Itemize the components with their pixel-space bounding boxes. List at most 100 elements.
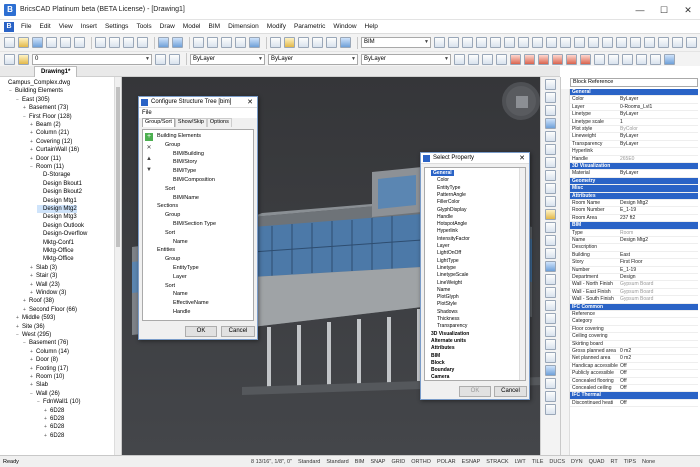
property-category-header[interactable]: Geometry (570, 177, 698, 186)
status-toggle[interactable]: Standard (295, 459, 323, 465)
tree-item[interactable]: +6D28 (44, 415, 64, 423)
property-row[interactable]: Ceiling covering (570, 333, 698, 341)
menu-edit[interactable]: Edit (35, 23, 54, 30)
imprint-icon[interactable] (545, 404, 556, 415)
xray-icon[interactable] (686, 37, 697, 48)
config-tree-item[interactable]: Building Elements (157, 133, 201, 139)
property-row[interactable]: Description (570, 244, 698, 252)
loft-icon[interactable] (545, 313, 556, 324)
tree-item[interactable]: + CurtainWall (16) (30, 146, 79, 154)
property-list-item[interactable]: LightOnOff (437, 250, 461, 256)
config-tree-item[interactable]: Group (165, 256, 180, 262)
menu-window[interactable]: Window (329, 23, 360, 30)
property-list-item[interactable]: Thickness (437, 316, 460, 322)
extend-icon[interactable] (545, 170, 556, 181)
tab-group-sort[interactable]: Group/Sort (142, 118, 175, 127)
config-tree-item[interactable]: BIM/Type (173, 168, 196, 174)
tree-item[interactable]: + Footing (17) (30, 365, 68, 373)
selection-type-select[interactable]: Block Reference (570, 78, 698, 87)
property-list-item[interactable]: PlotGlyph (437, 294, 459, 300)
property-list-item[interactable]: FillerColor (437, 199, 460, 205)
sweep-icon[interactable] (545, 300, 556, 311)
config-tree-item[interactable]: BIM/Building (173, 151, 204, 157)
snap-int-icon[interactable] (580, 53, 591, 65)
close-button[interactable]: ✕ (676, 0, 700, 20)
tab-show-skip[interactable]: Show/Skip (174, 118, 207, 127)
property-list-item[interactable]: Transparency (437, 323, 467, 329)
property-row[interactable]: Layer 0-Rooms_Lvl1 (570, 104, 698, 112)
property-value[interactable]: Room (620, 230, 633, 237)
tree-item[interactable]: Design-Overflow (37, 230, 87, 238)
view-iso-icon[interactable] (504, 37, 515, 48)
add-icon[interactable]: + (145, 133, 153, 141)
mirror-icon[interactable] (545, 118, 556, 129)
property-row[interactable]: Plot style ByColor (570, 126, 698, 134)
property-value[interactable]: ByLayer (620, 141, 638, 148)
property-value[interactable]: 1 (620, 119, 623, 126)
tree-item[interactable]: + Door (8) (30, 356, 58, 364)
property-value[interactable]: 265E0 (620, 156, 634, 163)
property-row[interactable]: Reference (570, 311, 698, 319)
view-iso3-icon[interactable] (532, 37, 543, 48)
property-value[interactable]: ByColor (620, 126, 638, 133)
status-toggle[interactable]: TILE (529, 459, 547, 465)
snap-tan-icon[interactable] (622, 53, 633, 65)
save-icon[interactable] (32, 37, 43, 48)
config-tree-item[interactable]: Handle (173, 309, 190, 315)
previous-layer-icon[interactable] (169, 53, 180, 65)
property-list-item[interactable]: Boundary (431, 367, 454, 373)
tree-item[interactable]: Design Mtg3 (37, 213, 77, 221)
menu-bim[interactable]: BIM (205, 23, 225, 30)
offset-icon[interactable] (545, 144, 556, 155)
property-value[interactable]: ByLayer (620, 170, 638, 177)
config-tree-item[interactable]: Sort (165, 186, 175, 192)
config-ok-button[interactable]: OK (185, 326, 217, 337)
workspace-select[interactable]: BIM ▼ (361, 37, 431, 48)
tab-options[interactable]: Options (206, 118, 232, 127)
property-list-item[interactable]: Hyperlink (437, 228, 458, 234)
dialog-close-icon[interactable]: ✕ (247, 97, 253, 108)
cut-icon[interactable] (95, 37, 106, 48)
tree-item[interactable]: + Site (36) (16, 323, 45, 331)
hidden-icon[interactable] (644, 37, 655, 48)
tree-item[interactable]: + Window (3) (30, 289, 66, 297)
property-value[interactable]: Design Mtg2 (620, 200, 648, 207)
help-icon[interactable] (340, 37, 351, 48)
property-category-header[interactable]: Attributes (570, 192, 698, 200)
property-category-header[interactable]: Misc (570, 185, 698, 193)
move-down-icon[interactable]: ▼ (145, 166, 153, 174)
property-list-item[interactable]: BIM (431, 353, 440, 359)
move-icon[interactable] (545, 79, 556, 90)
tree-item[interactable]: − Building Elements (9, 87, 63, 95)
tree-item[interactable]: + Middle (593) (16, 314, 55, 322)
maximize-button[interactable]: ☐ (652, 0, 676, 20)
property-list-item[interactable]: Name (437, 287, 450, 293)
dialog-close-icon[interactable]: ✕ (519, 153, 525, 164)
tree-item[interactable]: + Room (10) (30, 373, 64, 381)
menu-model[interactable]: Model (179, 23, 205, 30)
menu-settings[interactable]: Settings (101, 23, 133, 30)
status-toggle[interactable]: ESNAP (459, 459, 484, 465)
menu-modify[interactable]: Modify (263, 23, 290, 30)
config-tree-item[interactable]: BIM/Name (173, 195, 199, 201)
tree-item[interactable]: Design Bkout2 (37, 188, 82, 196)
zoom-window-icon[interactable] (221, 37, 232, 48)
polyline-icon[interactable] (468, 53, 479, 65)
property-row[interactable]: Floor covering (570, 326, 698, 334)
scale-icon[interactable] (545, 105, 556, 116)
property-list-item[interactable]: Block (431, 360, 445, 366)
property-category-header[interactable]: BIM (570, 222, 698, 230)
property-row[interactable]: Linetype ByLayer (570, 111, 698, 119)
property-value[interactable]: 0-Rooms_Lvl1 (620, 104, 652, 111)
tree-item[interactable]: Mktg-Conf1 (37, 239, 74, 247)
snap-clear-icon[interactable] (664, 53, 675, 65)
property-row[interactable]: Linetype scale 1 (570, 119, 698, 126)
section-icon[interactable] (602, 37, 613, 48)
tree-item[interactable]: +6D28 (44, 407, 64, 415)
drawing-explorer-icon[interactable] (312, 37, 323, 48)
property-row[interactable]: Publicly accessible Off (570, 370, 698, 378)
layer-select[interactable]: 0 ▼ (32, 53, 152, 65)
copy-icon[interactable] (109, 37, 120, 48)
status-toggle[interactable]: QUAD (586, 459, 608, 465)
property-list-item[interactable]: IntensityFactor (437, 236, 470, 242)
